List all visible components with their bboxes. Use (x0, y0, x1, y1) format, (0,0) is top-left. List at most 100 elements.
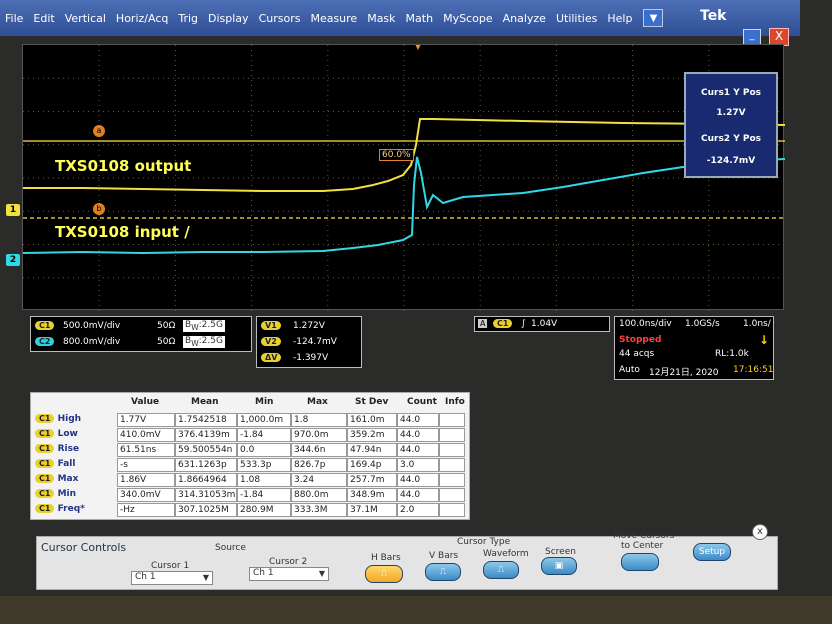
v2-chip: V2 (261, 337, 281, 346)
measurement-cell: 44.0 (397, 443, 439, 457)
measurement-cell: 631.1263p (175, 458, 237, 472)
vbars-label: V Bars (429, 551, 459, 561)
curs2-value: -124.7mV (706, 156, 756, 166)
acq-date: 12月21日, 2020 (649, 368, 719, 378)
measurement-cell: 161.0m (347, 413, 397, 427)
trigger-slope-icon: ∫ (521, 319, 526, 329)
measurement-info-cell[interactable] (439, 488, 465, 502)
measurement-cell: 44.0 (397, 428, 439, 442)
menu-mask[interactable]: Mask (362, 12, 400, 25)
ch1-impedance: 50Ω (157, 321, 176, 331)
measurement-cell: 44.0 (397, 473, 439, 487)
ch2-scale[interactable]: 800.0mV/div (63, 337, 120, 347)
trigger-panel[interactable]: A C1 ∫ 1.04V (474, 316, 610, 332)
menu-file[interactable]: File (0, 12, 28, 25)
meas-source-chip: C1 (35, 429, 55, 438)
measurement-cell: 1.8664964 (175, 473, 237, 487)
ch1-chip[interactable]: C1 (35, 321, 55, 330)
acq-state: Stopped (619, 335, 662, 345)
measurement-cell: 59.500554n (175, 443, 237, 457)
cursor-controls-panel: Cursor Controls Source Cursor 1 Ch 1 ▼ Cu… (36, 531, 778, 590)
annotation-input: TXS0108 input / (55, 223, 190, 241)
screen-icon: ▣ (554, 561, 564, 571)
waveform-button[interactable]: ⎍ (483, 561, 519, 579)
measurement-info-cell[interactable] (439, 413, 465, 427)
menu-analyze[interactable]: Analyze (498, 12, 551, 25)
measurement-cell: 37.1M (347, 503, 397, 517)
measurement-info-cell[interactable] (439, 458, 465, 472)
record-length: RL:1.0k (715, 349, 749, 359)
vbars-icon: ⎍ (439, 567, 447, 577)
close-panel-icon[interactable]: x (752, 524, 768, 540)
meas-source-chip: C1 (35, 489, 55, 498)
measurement-cell: 1.77V (117, 413, 175, 427)
menu-cursors[interactable]: Cursors (254, 12, 306, 25)
resolution: 1.0ns/ (743, 319, 771, 329)
measurement-cell: -1.84 (237, 488, 291, 502)
menu-edit[interactable]: Edit (28, 12, 59, 25)
dv-chip: ΔV (261, 353, 282, 362)
waveform-graticule[interactable]: 60.0% TXS0108 output TXS0108 input / a b (22, 44, 785, 311)
measurement-info-cell[interactable] (439, 428, 465, 442)
to-center-label: to Center (621, 541, 664, 551)
meas-source-chip: C1 (35, 444, 55, 453)
header-info: Info (445, 397, 465, 407)
measurement-cell: 47.94n (347, 443, 397, 457)
measurement-row-label: C1 Min (35, 489, 76, 499)
screen-button[interactable]: ▣ (541, 557, 577, 575)
measurement-info-cell[interactable] (439, 443, 465, 457)
chevron-down-icon: ▼ (202, 573, 209, 582)
cursor-b-marker[interactable]: b (93, 203, 105, 215)
minimize-button[interactable]: _ (743, 29, 761, 45)
header-min: Min (255, 397, 274, 407)
menu-display[interactable]: Display (203, 12, 254, 25)
measurement-cell: 1.86V (117, 473, 175, 487)
setup-button[interactable]: Setup (693, 543, 731, 561)
menu-measure[interactable]: Measure (305, 12, 362, 25)
ch2-ground-marker[interactable]: 2 (6, 254, 20, 266)
menu-dropdown-button[interactable]: ▼ (643, 9, 664, 27)
hbars-button[interactable]: ⎍ (365, 565, 403, 583)
measurement-cell: 1.8 (291, 413, 347, 427)
trigger-a-chip: A (478, 319, 488, 328)
grid-lines (23, 45, 785, 311)
cursor2-source-select[interactable]: Ch 1 ▼ (249, 567, 329, 581)
screen-label: Screen (545, 547, 576, 557)
menu-horiz-acq[interactable]: Horiz/Acq (111, 12, 173, 25)
cursor1-source-select[interactable]: Ch 1 ▼ (131, 571, 213, 585)
measurement-cell: 1.08 (237, 473, 291, 487)
measurement-info-cell[interactable] (439, 503, 465, 517)
move-cursors-to-center-button[interactable] (621, 553, 659, 571)
measurement-cell: -1.84 (237, 428, 291, 442)
menu-help[interactable]: Help (602, 12, 637, 25)
ch2-chip[interactable]: C2 (35, 337, 55, 346)
trigger-source-chip: C1 (493, 319, 513, 328)
measurement-cell: 3.0 (397, 458, 439, 472)
header-count: Count (407, 397, 437, 407)
measurement-row-label: C1 Fall (35, 459, 75, 469)
meas-source-chip: C1 (35, 474, 55, 483)
acquisition-panel[interactable]: 100.0ns/div 1.0GS/s 1.0ns/ Stopped ↓ 44 … (614, 316, 774, 380)
vbars-button[interactable]: ⎍ (425, 563, 461, 581)
ch2-impedance: 50Ω (157, 337, 176, 347)
cursor-a-marker[interactable]: a (93, 125, 105, 137)
ch1-scale[interactable]: 500.0mV/div (63, 321, 120, 331)
curs2-label: Curs2 Y Pos (701, 134, 761, 144)
cursor1-label: Cursor 1 (151, 561, 190, 571)
measurement-cell: 410.0mV (117, 428, 175, 442)
trigger-position-marker[interactable] (415, 45, 421, 50)
menu-myscope[interactable]: MyScope (438, 12, 498, 25)
v2-value: -124.7mV (293, 337, 337, 347)
cursor2-label: Cursor 2 (269, 557, 308, 567)
menu-trig[interactable]: Trig (173, 12, 203, 25)
measurement-table: Value Mean Min Max St Dev Count Info C1 … (30, 392, 470, 520)
ch1-ground-marker[interactable]: 1 (6, 204, 20, 216)
menu-bar: File Edit Vertical Horiz/Acq Trig Displa… (0, 0, 800, 36)
menu-utilities[interactable]: Utilities (551, 12, 602, 25)
menu-vertical[interactable]: Vertical (60, 12, 111, 25)
measurement-info-cell[interactable] (439, 473, 465, 487)
measurement-cell: 880.0m (291, 488, 347, 502)
source-label: Source (215, 543, 246, 553)
menu-math[interactable]: Math (401, 12, 439, 25)
header-stdev: St Dev (355, 397, 389, 407)
